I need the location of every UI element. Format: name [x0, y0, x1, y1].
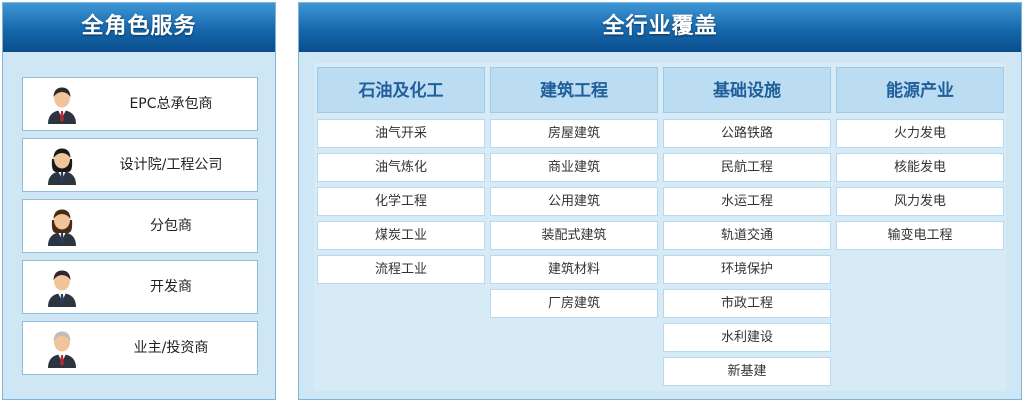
industry-column: 石油及化工油气开采油气炼化化学工程煤炭工业流程工业: [317, 67, 485, 289]
industry-column-heading: 石油及化工: [317, 67, 485, 113]
role-card[interactable]: EPC总承包商: [22, 77, 258, 131]
businesswoman-icon: [45, 206, 79, 246]
industry-column-heading: 能源产业: [836, 67, 1004, 113]
industry-item[interactable]: 煤炭工业: [317, 221, 485, 250]
role-card[interactable]: 业主/投资商: [22, 321, 258, 375]
industry-item[interactable]: 公用建筑: [490, 187, 658, 216]
industry-column: 能源产业火力发电核能发电风力发电输变电工程: [836, 67, 1004, 255]
industry-item[interactable]: 流程工业: [317, 255, 485, 284]
industry-item[interactable]: 轨道交通: [663, 221, 831, 250]
industry-item[interactable]: 化学工程: [317, 187, 485, 216]
senior-businessman-icon: [45, 328, 79, 368]
industry-coverage-panel: 全行业覆盖 石油及化工 油气开采 油气炼化 化学工程 煤炭工业 流程工业 建筑工程 房屋建筑商…: [298, 2, 1022, 400]
businessman-icon: [45, 267, 79, 307]
industry-item-list: 公路铁路民航工程水运工程轨道交通环境保护市政工程水利建设新基建: [663, 119, 831, 386]
role-label: EPC总承包商: [129, 96, 213, 112]
industry-item-list: 房屋建筑商业建筑公用建筑装配式建筑建筑材料厂房建筑: [490, 119, 658, 318]
industry-item[interactable]: 油气炼化: [317, 153, 485, 182]
industry-column: 基础设施公路铁路民航工程水运工程轨道交通环境保护市政工程水利建设新基建: [663, 67, 831, 391]
industry-item[interactable]: 环境保护: [663, 255, 831, 284]
industry-item[interactable]: 输变电工程: [836, 221, 1004, 250]
industry-column: 建筑工程房屋建筑商业建筑公用建筑装配式建筑建筑材料厂房建筑: [490, 67, 658, 323]
industry-column-heading: 基础设施: [663, 67, 831, 113]
industry-item[interactable]: 商业建筑: [490, 153, 658, 182]
industry-item[interactable]: 建筑材料: [490, 255, 658, 284]
industry-item-list: 火力发电核能发电风力发电输变电工程: [836, 119, 1004, 250]
industry-item[interactable]: 水利建设: [663, 323, 831, 352]
industry-item[interactable]: 公路铁路: [663, 119, 831, 148]
role-card[interactable]: 开发商: [22, 260, 258, 314]
industry-item[interactable]: 火力发电: [836, 119, 1004, 148]
role-services-panel: 全角色服务 EPC总承包商 设计院/工程公司 分包商开发商业主/投资商: [2, 2, 276, 400]
role-card[interactable]: 分包商: [22, 199, 258, 253]
industry-item-list: 油气开采油气炼化化学工程煤炭工业流程工业: [317, 119, 485, 284]
industry-item[interactable]: 厂房建筑: [490, 289, 658, 318]
role-label: 设计院/工程公司: [119, 157, 223, 173]
role-card[interactable]: 设计院/工程公司: [22, 138, 258, 192]
industry-item[interactable]: 市政工程: [663, 289, 831, 318]
businesswoman-icon: [45, 145, 79, 185]
industry-coverage-title: 全行业覆盖: [299, 3, 1021, 52]
role-list: EPC总承包商 设计院/工程公司 分包商开发商业主/投资商: [22, 77, 258, 382]
role-label: 开发商: [150, 279, 192, 295]
industry-item[interactable]: 核能发电: [836, 153, 1004, 182]
role-label: 业主/投资商: [133, 340, 209, 356]
industry-item[interactable]: 风力发电: [836, 187, 1004, 216]
industry-columns: 石油及化工 油气开采 油气炼化 化学工程 煤炭工业 流程工业 建筑工程 房屋建筑 商业建筑 公用建…: [314, 63, 1006, 391]
industry-item[interactable]: 房屋建筑: [490, 119, 658, 148]
role-services-title: 全角色服务: [3, 3, 275, 52]
industry-column-heading: 建筑工程: [490, 67, 658, 113]
industry-item[interactable]: 油气开采: [317, 119, 485, 148]
industry-item[interactable]: 装配式建筑: [490, 221, 658, 250]
industry-item[interactable]: 民航工程: [663, 153, 831, 182]
role-label: 分包商: [150, 218, 192, 234]
industry-item[interactable]: 新基建: [663, 357, 831, 386]
businessman-red-tie-icon: [45, 84, 79, 124]
industry-item[interactable]: 水运工程: [663, 187, 831, 216]
